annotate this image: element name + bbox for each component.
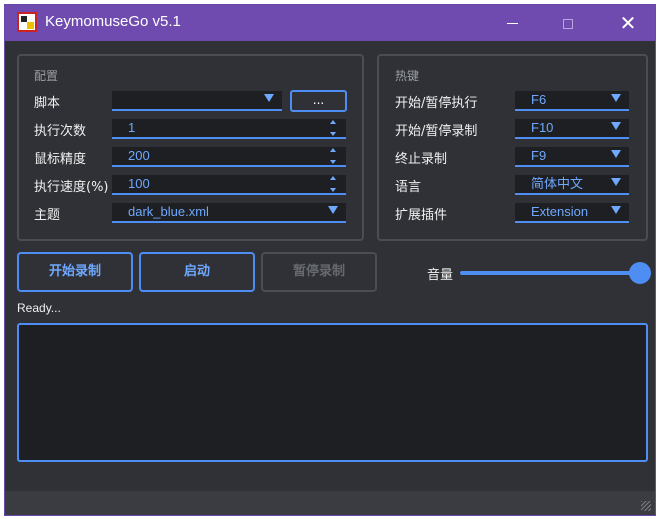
title-bar[interactable]: KeymomuseGo v5.1 ✕ [5, 5, 655, 41]
run-times-label: 执行次数 [34, 124, 87, 139]
theme-label: 主题 [34, 208, 61, 223]
mouse-precision-label: 鼠标精度 [34, 152, 87, 167]
window-title: KeymomuseGo v5.1 [45, 13, 181, 30]
log-output-area[interactable] [17, 323, 648, 462]
chevron-down-icon [611, 94, 621, 102]
theme-select[interactable]: dark_blue.xml [112, 203, 346, 223]
chevron-down-icon [611, 206, 621, 214]
maximize-button[interactable] [545, 5, 591, 41]
chevron-down-icon [264, 94, 274, 102]
spin-arrows-icon[interactable] [330, 120, 336, 136]
start-pause-exec-select[interactable]: F6 [515, 91, 629, 111]
start-pause-record-value: F10 [531, 120, 554, 135]
language-select[interactable]: 简体中文 [515, 175, 629, 195]
language-label: 语言 [395, 180, 422, 195]
chevron-down-icon [611, 122, 621, 130]
chevron-down-icon [611, 150, 621, 158]
resize-grip-icon[interactable] [641, 501, 651, 511]
volume-label: 音量 [427, 268, 454, 283]
start-pause-record-label: 开始/暂停录制 [395, 124, 478, 139]
mouse-precision-spinbox[interactable]: 200 [112, 147, 346, 167]
start-pause-exec-value: F6 [531, 92, 547, 107]
chevron-down-icon [611, 178, 621, 186]
minimize-icon [506, 23, 518, 24]
start-record-button[interactable]: 开始录制 [17, 252, 133, 292]
run-times-spinbox[interactable]: 1 [112, 119, 346, 139]
volume-slider-handle[interactable] [629, 262, 651, 284]
stop-record-value: F9 [531, 148, 547, 163]
start-pause-exec-label: 开始/暂停执行 [395, 96, 478, 111]
maximize-icon [563, 18, 573, 29]
spin-arrows-icon[interactable] [330, 148, 336, 164]
chevron-down-icon [328, 206, 338, 214]
script-label: 脚本 [34, 96, 61, 111]
extension-label: 扩展插件 [395, 208, 448, 223]
app-logo-icon [17, 12, 37, 32]
stop-record-label: 终止录制 [395, 152, 448, 167]
status-text: Ready... [17, 301, 61, 315]
hotkey-group-title: 热键 [395, 69, 420, 83]
run-times-value: 1 [128, 120, 136, 135]
launch-button[interactable]: 启动 [139, 252, 255, 292]
extension-value: Extension [531, 204, 589, 219]
config-group-title: 配置 [34, 69, 59, 83]
theme-select-value: dark_blue.xml [128, 204, 209, 219]
language-value: 简体中文 [531, 176, 584, 191]
speed-value: 100 [128, 176, 150, 191]
status-bar [5, 491, 655, 515]
speed-spinbox[interactable]: 100 [112, 175, 346, 195]
close-button[interactable]: ✕ [605, 5, 651, 41]
stop-record-select[interactable]: F9 [515, 147, 629, 167]
minimize-button[interactable] [489, 5, 535, 41]
browse-button[interactable]: ... [290, 90, 347, 112]
app-window: KeymomuseGo v5.1 ✕ 配置 脚本 ... 执行次数 1 鼠标精度… [4, 4, 656, 516]
spin-arrows-icon[interactable] [330, 176, 336, 192]
start-pause-record-select[interactable]: F10 [515, 119, 629, 139]
mouse-precision-value: 200 [128, 148, 150, 163]
speed-label: 执行速度(%) [34, 180, 109, 195]
script-select[interactable] [112, 91, 282, 111]
extension-select[interactable]: Extension [515, 203, 629, 223]
volume-slider-track[interactable] [460, 271, 640, 275]
pause-record-button[interactable]: 暂停录制 [261, 252, 377, 292]
